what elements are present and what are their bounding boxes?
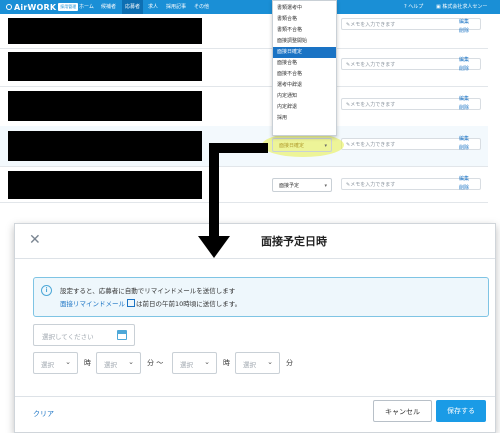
- status-option[interactable]: 書類合格: [273, 14, 336, 25]
- delete-link[interactable]: 削除: [459, 27, 469, 36]
- end-hour-select[interactable]: 選択 ⌄: [172, 352, 217, 374]
- minute-unit: 分: [286, 359, 293, 367]
- status-option[interactable]: 面接合格: [273, 58, 336, 69]
- edit-link[interactable]: 編集: [459, 18, 469, 27]
- status-option[interactable]: 選考中辞退: [273, 80, 336, 91]
- reminder-mail-link[interactable]: 面接リマインドメール: [60, 298, 125, 308]
- end-minute-select[interactable]: 選択 ⌄: [235, 352, 280, 374]
- memo-placeholder: メモを入力できます: [350, 62, 396, 68]
- nav-candidates[interactable]: 候補者: [98, 0, 119, 14]
- redacted-block: [8, 131, 202, 161]
- select-placeholder: 選択: [41, 361, 54, 369]
- memo-placeholder: メモを入力できます: [350, 102, 396, 108]
- cancel-button[interactable]: キャンセル: [373, 400, 432, 422]
- status-select-active[interactable]: 面接日確定 ▾: [272, 138, 332, 152]
- external-link-icon: [127, 299, 135, 307]
- clear-link[interactable]: クリア: [33, 409, 54, 419]
- status-option[interactable]: 書類不合格: [273, 25, 336, 36]
- table-row: 面接予定 ▾ ✎メモを入力できます 編集 削除: [0, 166, 488, 203]
- status-dropdown: 書類選考中 書類合格 書類不合格 面接調整開始 面接日確定 面接合格 面接不合格…: [272, 0, 337, 136]
- row-actions: 編集 削除: [459, 18, 469, 36]
- info-notice: i 設定すると、応募者に自動でリマインドメールを送信します 面接リマインドメール…: [33, 277, 489, 317]
- close-icon[interactable]: ✕: [29, 232, 41, 248]
- nav-jobs[interactable]: 求人: [145, 0, 161, 14]
- select-placeholder: 選択: [104, 361, 117, 369]
- logo-text: AirWORK: [14, 2, 57, 12]
- help-link[interactable]: ? ヘルプ: [404, 0, 423, 14]
- nav-other[interactable]: その他: [191, 0, 212, 14]
- edit-link[interactable]: 編集: [459, 56, 469, 65]
- edit-link[interactable]: 編集: [459, 175, 469, 184]
- status-select-value: 面接日確定: [279, 143, 305, 149]
- building-icon: ▣: [436, 4, 441, 10]
- memo-placeholder: メモを入力できます: [350, 182, 396, 188]
- row-actions: 編集 削除: [459, 56, 469, 74]
- delete-link[interactable]: 削除: [459, 104, 469, 113]
- select-placeholder: 選択: [180, 361, 193, 369]
- status-option[interactable]: 面接調整開始: [273, 36, 336, 47]
- memo-placeholder: メモを入力できます: [350, 22, 396, 28]
- chevron-down-icon: ▾: [324, 183, 327, 189]
- edit-link[interactable]: 編集: [459, 95, 469, 104]
- status-option[interactable]: 内定辞退: [273, 102, 336, 113]
- delete-link[interactable]: 削除: [459, 65, 469, 74]
- start-minute-select[interactable]: 選択 ⌄: [96, 352, 141, 374]
- question-icon: ?: [404, 4, 407, 10]
- delete-link[interactable]: 削除: [459, 144, 469, 153]
- redacted-block: [8, 52, 202, 81]
- status-option[interactable]: 内定通知: [273, 91, 336, 102]
- table-row: ✎メモを入力できます 編集 削除: [0, 14, 488, 49]
- company-name: 株式会社求人センー: [442, 4, 488, 10]
- chevron-down-icon: ⌄: [267, 358, 273, 366]
- info-text-line2: 面接リマインドメール は前日の午前10時頃に送信します。: [60, 298, 241, 308]
- logo-mark-icon: [6, 4, 12, 10]
- modal-divider: [15, 258, 495, 259]
- nav-applicants[interactable]: 応募者: [122, 0, 144, 14]
- row-actions: 編集 削除: [459, 95, 469, 113]
- delete-link[interactable]: 削除: [459, 184, 469, 193]
- redacted-block: [8, 91, 202, 121]
- start-hour-select[interactable]: 選択 ⌄: [33, 352, 78, 374]
- status-option[interactable]: 採用: [273, 113, 336, 124]
- status-option[interactable]: 面接不合格: [273, 69, 336, 80]
- date-placeholder: 選択してください: [42, 333, 94, 341]
- calendar-icon[interactable]: [117, 330, 127, 340]
- info-text: 設定すると、応募者に自動でリマインドメールを送信します: [60, 287, 236, 295]
- info-text-rest: は前日の午前10時頃に送信します。: [136, 300, 242, 308]
- hour-unit: 時: [84, 359, 91, 367]
- table-row: ✎メモを入力できます 編集 削除: [0, 48, 488, 87]
- status-option[interactable]: 書類選考中: [273, 3, 336, 14]
- redacted-block: [8, 18, 202, 44]
- edit-link[interactable]: 編集: [459, 135, 469, 144]
- table-row: ✎メモを入力できます 編集 削除: [0, 126, 488, 167]
- top-nav-bar: AirWORK 採用管理 ホーム 候補者 応募者 求人 採用記事 その他 ? ヘ…: [0, 0, 500, 14]
- hour-unit: 時: [223, 359, 230, 367]
- company-menu[interactable]: ▣ 株式会社求人センー: [436, 0, 487, 14]
- row-actions: 編集 削除: [459, 135, 469, 153]
- info-icon: i: [41, 285, 52, 296]
- chevron-down-icon: ⌄: [128, 358, 134, 366]
- app-logo[interactable]: AirWORK 採用管理: [6, 2, 79, 12]
- modal-footer-divider: [15, 396, 495, 397]
- select-placeholder: 選択: [243, 361, 256, 369]
- table-row: ✎メモを入力できます 編集 削除: [0, 86, 488, 127]
- status-option-selected[interactable]: 面接日確定: [273, 47, 336, 58]
- memo-placeholder: メモを入力できます: [350, 142, 396, 148]
- minute-range-unit: 分 〜: [147, 359, 164, 367]
- chevron-down-icon: ⌄: [204, 358, 210, 366]
- row-actions: 編集 削除: [459, 175, 469, 193]
- chevron-down-icon: ⌄: [65, 358, 71, 366]
- interview-date-modal: ✕ 面接予定日時 i 設定すると、応募者に自動でリマインドメールを送信します 面…: [14, 223, 496, 433]
- help-label: ヘルプ: [408, 4, 424, 10]
- redacted-block: [8, 171, 202, 199]
- chevron-down-icon: ▾: [324, 143, 327, 149]
- nav-articles[interactable]: 採用記事: [163, 0, 189, 14]
- save-button[interactable]: 保存する: [436, 400, 486, 422]
- status-select[interactable]: 面接予定 ▾: [272, 178, 332, 192]
- status-select-value: 面接予定: [279, 183, 300, 189]
- nav-home[interactable]: ホーム: [76, 0, 97, 14]
- date-picker-input[interactable]: 選択してください: [33, 324, 135, 346]
- modal-title: 面接予定日時: [261, 235, 327, 248]
